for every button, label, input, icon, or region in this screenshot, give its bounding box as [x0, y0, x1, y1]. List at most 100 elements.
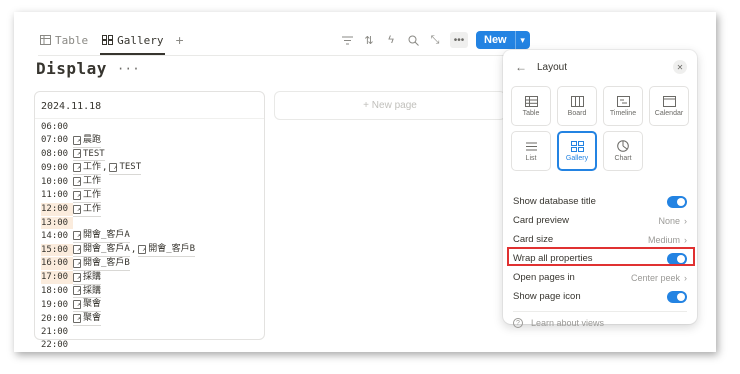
show-database-title-toggle[interactable]	[667, 195, 687, 208]
event-link[interactable]: 工作	[73, 189, 102, 203]
time-label: 20:00	[41, 313, 69, 324]
layout-option-label: Timeline	[609, 110, 637, 117]
calendar-icon	[662, 95, 676, 107]
card-preview-row[interactable]: Card preview None ›	[513, 211, 687, 230]
page-title-text: Display	[36, 59, 107, 78]
show-page-icon-label: Show page icon	[513, 291, 581, 302]
event-link[interactable]: TEST	[73, 148, 105, 162]
add-view-icon[interactable]: +	[175, 32, 183, 48]
open-pages-in-row[interactable]: Open pages in Center peek ›	[513, 268, 687, 287]
card-date: 2024.11.18	[41, 101, 102, 112]
event-link[interactable]: 工作	[73, 161, 102, 176]
schedule-row: 11:00 工作	[41, 189, 196, 203]
show-page-icon-row[interactable]: Show page icon	[513, 287, 687, 306]
page-link-icon	[73, 149, 81, 159]
event-label: TEST	[83, 148, 105, 159]
help-icon: ?	[513, 318, 523, 328]
time-label: 07:00	[41, 135, 69, 146]
layout-option-timeline[interactable]: Timeline	[603, 86, 643, 126]
gallery-card[interactable]: 2024.11.18 06:00 07:00 晨跑 08:00 TEST 09:00 工作,…	[34, 91, 265, 350]
chevron-down-icon[interactable]: ▾	[516, 35, 530, 46]
event-label: 工作	[83, 203, 102, 214]
event-link[interactable]: 晨跑	[73, 134, 102, 148]
time-label: 12:00	[41, 203, 73, 217]
layout-option-calendar[interactable]: Calendar	[649, 86, 689, 126]
event-label: 工作	[83, 176, 102, 187]
layout-settings: Show database title Card preview None › C…	[507, 192, 695, 328]
automation-icon[interactable]: ϟ	[384, 33, 398, 47]
tab-table-label: Table	[55, 33, 89, 47]
schedule-row: 14:00 開會_客戶A	[41, 229, 196, 244]
timeline-icon	[616, 95, 630, 107]
schedule-row: 17:00 採購	[41, 271, 196, 285]
event-link[interactable]: 採購	[73, 285, 102, 299]
card-divider	[35, 118, 264, 119]
time-label: 17:00	[41, 271, 73, 285]
event-link[interactable]: 開會_客戶B	[73, 257, 130, 271]
chevron-right-icon: ›	[684, 215, 687, 226]
event-link[interactable]: TEST	[109, 161, 142, 176]
more-icon[interactable]: •••	[450, 32, 468, 48]
filter-icon[interactable]	[340, 33, 354, 47]
layout-option-board[interactable]: Board	[557, 86, 597, 126]
event-link[interactable]: 採購	[73, 271, 102, 285]
time-label: 06:00	[41, 122, 69, 132]
event-link[interactable]: 聚會	[73, 312, 102, 326]
schedule-row: 08:00 TEST	[41, 148, 196, 162]
page-link-icon	[73, 314, 81, 324]
layout-option-label: Chart	[614, 155, 632, 162]
open-pages-in-label: Open pages in	[513, 272, 575, 283]
layout-panel-title: Layout	[537, 61, 568, 73]
event-link[interactable]: 開會_客戶A	[73, 243, 130, 257]
layout-option-chart[interactable]: Chart	[603, 131, 643, 171]
separator: ,	[102, 162, 108, 173]
new-page-button[interactable]: + New page	[274, 91, 506, 120]
title-more-icon[interactable]: ···	[117, 62, 140, 76]
time-label: 10:00	[41, 176, 69, 187]
event-link[interactable]: 工作	[73, 203, 102, 217]
show-database-title-row[interactable]: Show database title	[513, 192, 687, 211]
search-icon[interactable]	[406, 33, 420, 47]
schedule-row: 13:00	[41, 216, 196, 230]
separator: ,	[130, 244, 137, 255]
highlight-box	[507, 247, 695, 266]
page-link-icon	[73, 245, 81, 255]
new-page-label: + New page	[363, 100, 417, 111]
layout-option-table[interactable]: Table	[511, 86, 551, 126]
event-link[interactable]: 開會_客戶A	[73, 229, 130, 244]
schedule-row: 07:00 晨跑	[41, 134, 196, 148]
event-label: 開會_客戶A	[83, 244, 130, 255]
time-label: 19:00	[41, 299, 69, 310]
layout-options: Table Board Timeline Calendar List Gallery Cha…	[511, 86, 691, 171]
expand-icon[interactable]: ⤡	[428, 33, 442, 47]
layout-option-gallery[interactable]: Gallery	[557, 131, 597, 171]
show-page-icon-toggle[interactable]	[667, 290, 687, 303]
time-label: 22:00	[41, 339, 69, 350]
event-link[interactable]: 聚會	[73, 298, 102, 313]
time-label: 15:00	[41, 243, 73, 257]
sort-icon[interactable]: ⇅	[362, 33, 376, 47]
tab-table[interactable]: Table	[38, 30, 90, 50]
page-link-icon	[73, 286, 81, 296]
close-icon[interactable]: ✕	[673, 60, 687, 74]
new-button[interactable]: New ▾	[476, 31, 530, 49]
layout-option-list[interactable]: List	[511, 131, 551, 171]
tab-gallery[interactable]: Gallery	[100, 30, 166, 55]
schedule-row: 18:00 採購	[41, 285, 196, 299]
page-link-icon	[73, 163, 81, 173]
event-link[interactable]: 開會_客戶B	[138, 243, 196, 257]
event-link[interactable]: 工作	[73, 175, 102, 189]
schedule-row: 22:00	[41, 339, 196, 352]
event-label: 聚會	[83, 313, 102, 324]
back-arrow-icon[interactable]: ←	[515, 60, 527, 74]
page-link-icon	[73, 190, 81, 200]
event-label: 採購	[83, 285, 102, 296]
learn-about-views-link[interactable]: ? Learn about views	[513, 318, 687, 328]
layout-panel: ← Layout ✕ Table Board Timeline Calendar Lis…	[503, 50, 697, 328]
schedule-row: 09:00 工作, TEST	[41, 161, 196, 176]
event-label: 開會_客戶B	[83, 257, 130, 268]
page-link-icon	[73, 258, 81, 268]
learn-about-views-label: Learn about views	[531, 318, 605, 328]
time-label: 14:00	[41, 230, 69, 241]
schedule-row: 15:00 開會_客戶A, 開會_客戶B	[41, 243, 196, 257]
